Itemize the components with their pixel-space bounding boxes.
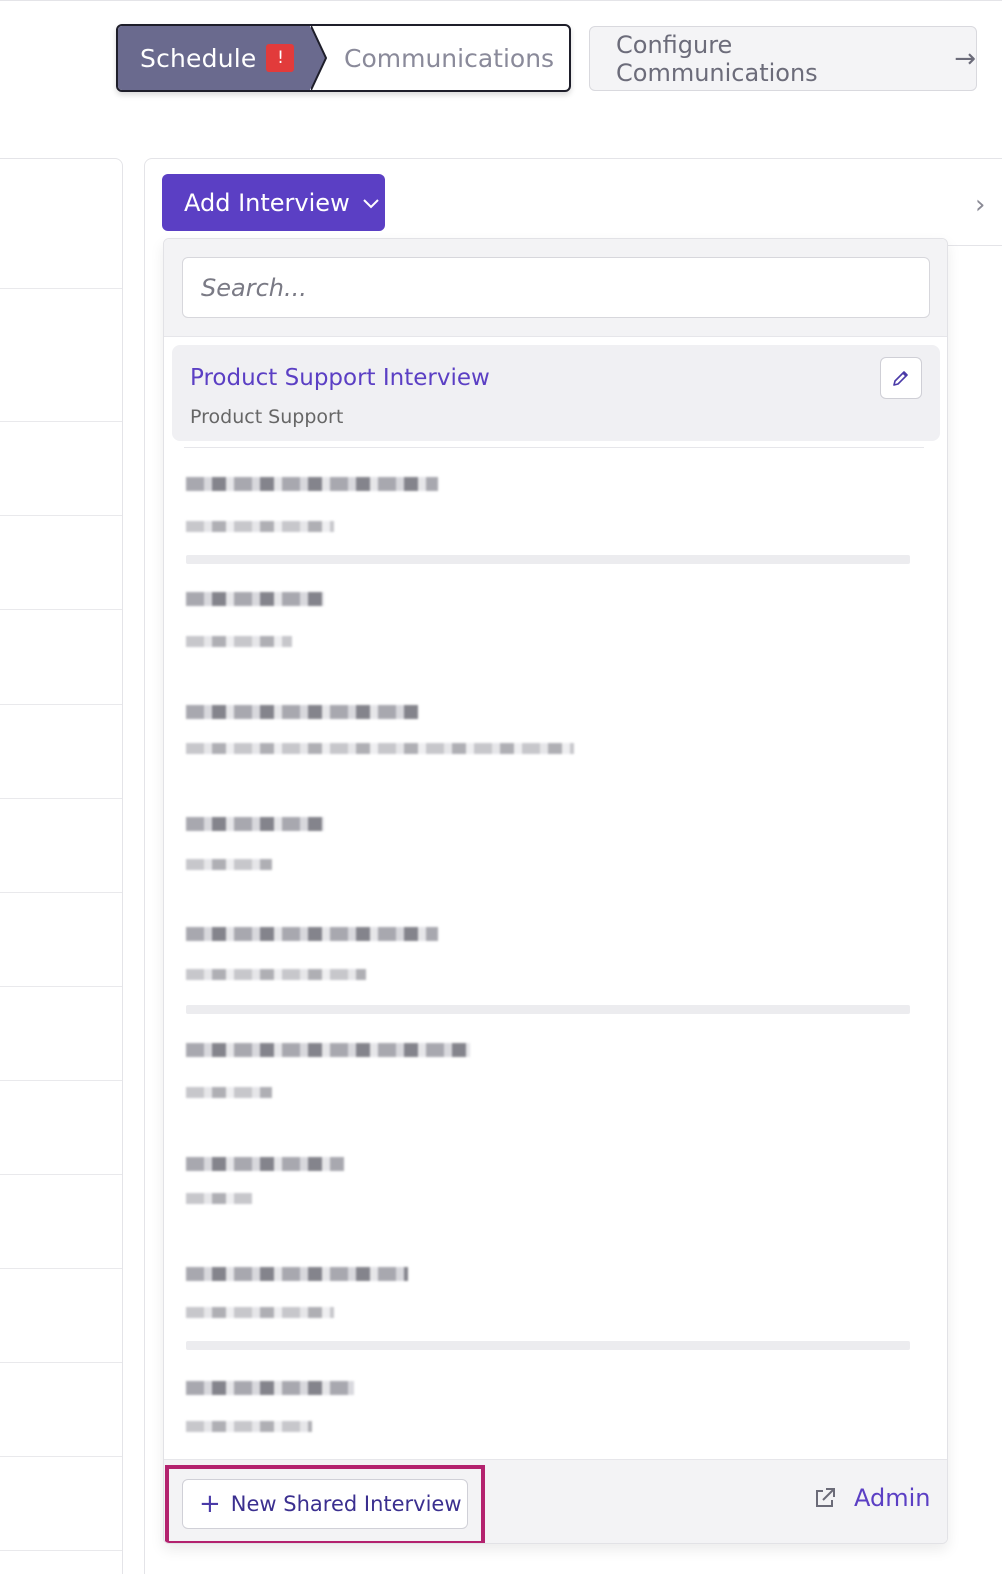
redacted-title (186, 817, 324, 831)
left-panel-row-divider (0, 892, 122, 893)
interview-option-title: Product Support Interview (190, 365, 490, 391)
search-input[interactable] (182, 257, 930, 318)
redacted-title (186, 1267, 408, 1281)
left-panel-row-divider (0, 1362, 122, 1363)
left-panel-row-divider (0, 704, 122, 705)
add-interview-button[interactable]: Add Interview (162, 174, 385, 231)
redacted-subtitle (186, 859, 272, 870)
step-schedule-label: Schedule (140, 43, 257, 73)
left-panel-row-divider (0, 421, 122, 422)
redacted-subtitle (186, 1087, 272, 1098)
left-panel-row-divider (0, 1550, 122, 1551)
interview-option-redacted[interactable] (184, 919, 924, 1029)
left-panel-row-divider (0, 1080, 122, 1081)
dropdown-footer: + New Shared Interview Admin (164, 1459, 947, 1543)
left-panel-row-divider (0, 609, 122, 610)
add-interview-dropdown: Product Support Interview Product Suppor… (163, 238, 948, 1544)
left-panel-row-divider (0, 1456, 122, 1457)
step-communications[interactable]: Communications (344, 26, 554, 90)
redacted-title (186, 592, 324, 606)
redacted-subtitle (186, 1307, 334, 1318)
interview-option-selected[interactable]: Product Support Interview Product Suppor… (172, 345, 940, 441)
redacted-title (186, 1157, 344, 1171)
redacted-title (186, 477, 438, 491)
left-panel-row-divider (0, 986, 122, 987)
left-panel-row-divider (0, 288, 122, 289)
external-link-icon (812, 1485, 838, 1511)
interview-option-redacted[interactable] (184, 1259, 924, 1369)
redacted-title (186, 927, 438, 941)
edit-interview-button[interactable] (880, 357, 922, 399)
pencil-icon (893, 371, 908, 386)
option-separator (186, 555, 910, 564)
interview-option-redacted[interactable] (184, 695, 924, 805)
interview-option-redacted[interactable] (184, 1035, 924, 1145)
top-divider (0, 0, 1002, 3)
interview-option-redacted[interactable] (184, 1149, 924, 1259)
left-panel-row-divider (0, 515, 122, 516)
redacted-title (186, 1381, 354, 1395)
interview-option-redacted[interactable] (184, 807, 924, 917)
left-panel-row-divider (0, 798, 122, 799)
redacted-subtitle (186, 1193, 252, 1204)
redacted-subtitle (186, 1421, 312, 1432)
list-divider (184, 447, 924, 448)
admin-label: Admin (854, 1484, 931, 1512)
arrow-right-icon: → (954, 43, 976, 74)
redacted-subtitle (186, 969, 366, 980)
left-panel-row-divider (0, 1268, 122, 1269)
step-communications-label: Communications (344, 43, 555, 73)
redacted-subtitle (186, 743, 574, 754)
interview-option-redacted[interactable] (184, 582, 924, 692)
schedule-stepper: Schedule ! Communications (116, 24, 571, 92)
chevron-down-icon (362, 198, 379, 208)
new-shared-interview-button[interactable]: + New Shared Interview (182, 1479, 468, 1529)
configure-communications-label: Configure Communications (616, 30, 818, 87)
left-panel-row-divider (0, 1174, 122, 1175)
option-separator (186, 1341, 910, 1350)
alert-icon: ! (266, 44, 295, 72)
search-zone (164, 239, 947, 337)
add-interview-label: Add Interview (184, 188, 350, 217)
redacted-subtitle (186, 636, 292, 647)
plus-icon: + (199, 1489, 221, 1519)
new-shared-interview-label: New Shared Interview (230, 1492, 462, 1516)
interview-option-subtitle: Product Support (190, 406, 344, 428)
option-separator (186, 1005, 910, 1014)
interview-option-redacted[interactable] (184, 467, 924, 577)
redacted-title (186, 1043, 470, 1057)
redacted-subtitle (186, 521, 334, 532)
redacted-title (186, 705, 418, 719)
step-divider (311, 26, 327, 90)
admin-link[interactable]: Admin (812, 1484, 931, 1512)
step-schedule[interactable]: Schedule ! (118, 26, 326, 90)
chevron-right-icon[interactable]: › (975, 190, 985, 220)
configure-communications-button[interactable]: Configure Communications → (589, 26, 977, 91)
